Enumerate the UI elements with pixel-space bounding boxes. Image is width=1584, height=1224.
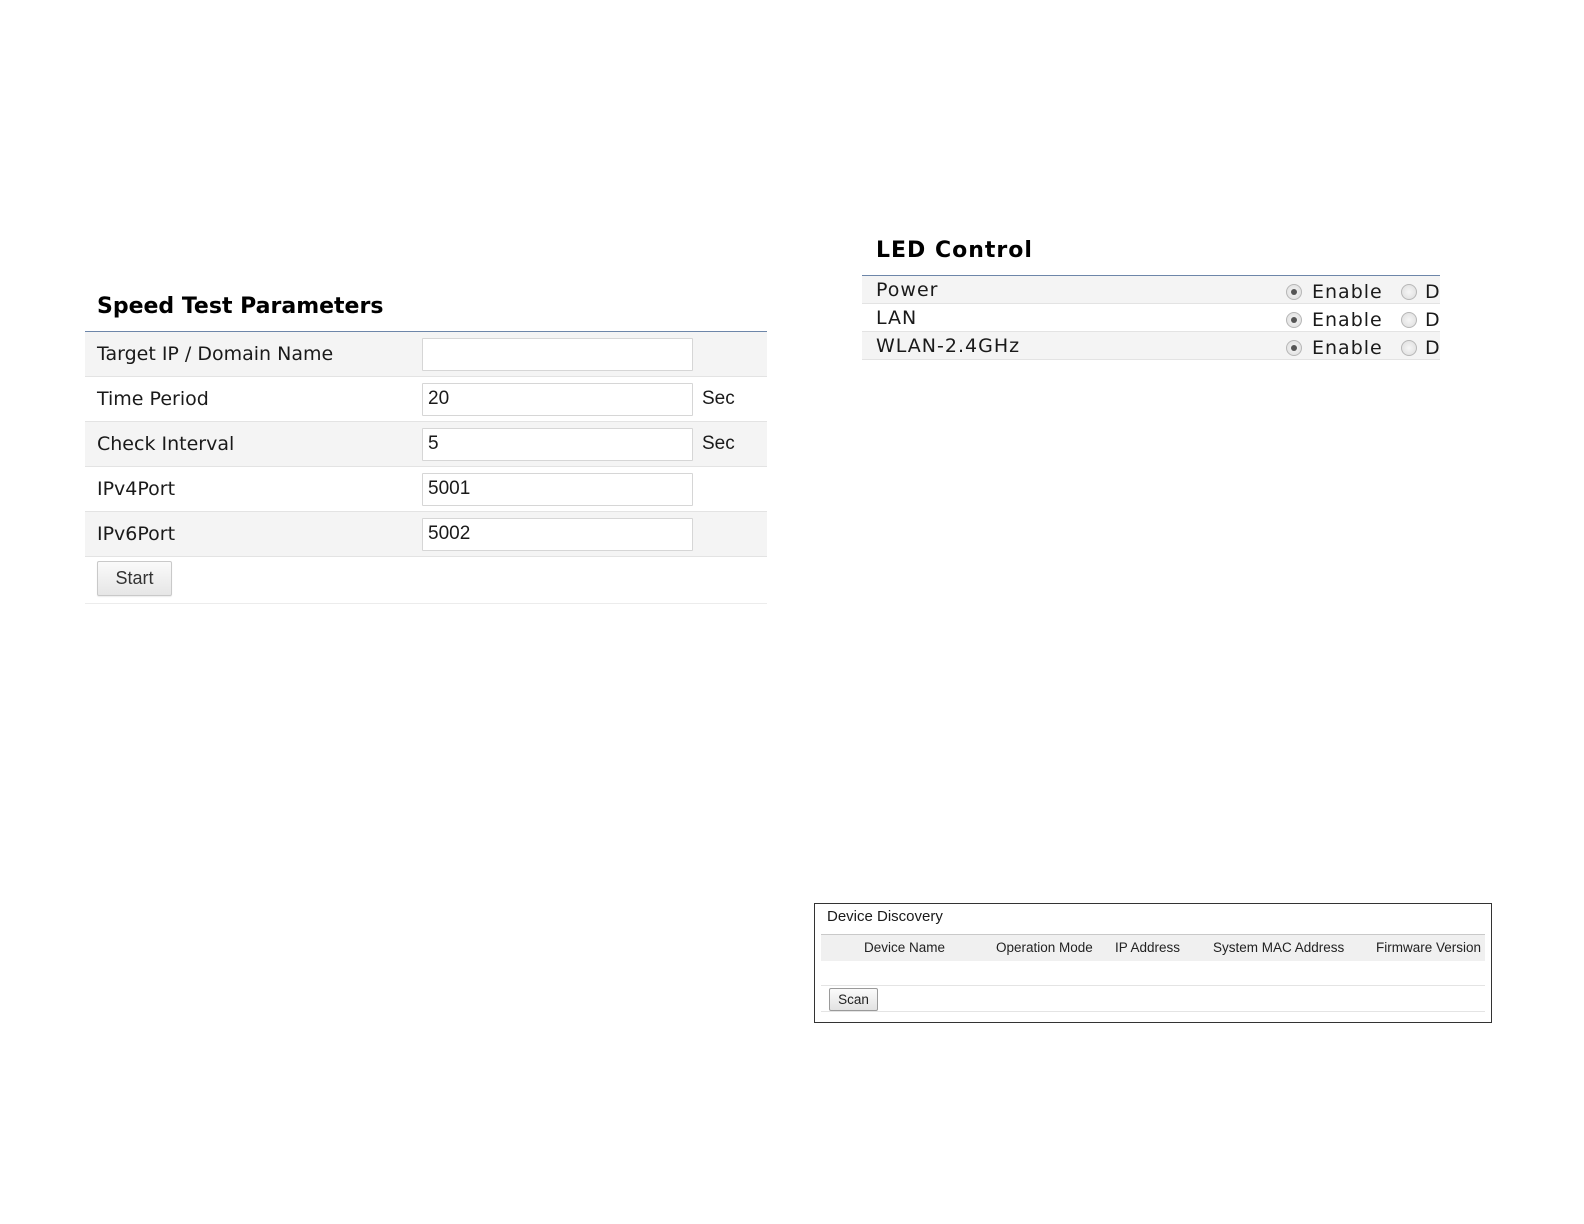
target-ip-input[interactable] — [422, 337, 693, 371]
time-period-input[interactable] — [422, 382, 693, 416]
disable-label: D — [1425, 309, 1440, 331]
target-ip-row: Target IP / Domain Name — [85, 332, 767, 377]
col-operation-mode: Operation Mode — [996, 940, 1093, 955]
time-period-row: Time Period Sec — [85, 377, 767, 422]
start-button-row: Start — [85, 557, 767, 604]
target-ip-label: Target IP / Domain Name — [97, 343, 334, 365]
discovery-table-header: Device Name Operation Mode IP Address Sy… — [821, 934, 1485, 961]
discovery-table-body — [821, 961, 1485, 986]
enable-label: Enable — [1312, 337, 1383, 359]
device-discovery-panel: Device Discovery Device Name Operation M… — [814, 903, 1492, 1023]
enable-label: Enable — [1312, 309, 1383, 331]
check-interval-input[interactable] — [422, 427, 693, 461]
enable-label: Enable — [1312, 281, 1383, 303]
wlan-disable-radio[interactable] — [1401, 340, 1417, 356]
ipv6-port-input[interactable] — [422, 517, 693, 551]
led-control-title: LED Control — [862, 234, 1440, 276]
time-period-unit: Sec — [702, 388, 735, 409]
start-button[interactable]: Start — [97, 561, 172, 596]
ipv4-port-input[interactable] — [422, 472, 693, 506]
lan-disable-radio[interactable] — [1401, 312, 1417, 328]
disable-label: D — [1425, 281, 1440, 303]
check-interval-unit: Sec — [702, 433, 735, 454]
disable-label: D — [1425, 337, 1440, 359]
col-device-name: Device Name — [864, 940, 946, 955]
speed-test-title: Speed Test Parameters — [85, 290, 767, 332]
check-interval-row: Check Interval Sec — [85, 422, 767, 467]
ipv4-port-label: IPv4Port — [97, 478, 176, 500]
check-interval-label: Check Interval — [97, 433, 235, 455]
scan-button-row: Scan — [821, 986, 1485, 1012]
power-enable-radio[interactable] — [1286, 284, 1302, 300]
led-row-power: Power Enable D — [862, 276, 1440, 304]
ipv6-port-row: IPv6Port — [85, 512, 767, 557]
wlan-enable-radio[interactable] — [1286, 340, 1302, 356]
device-discovery-title: Device Discovery — [827, 908, 943, 925]
ipv4-port-row: IPv4Port — [85, 467, 767, 512]
col-system-mac-address: System MAC Address — [1213, 940, 1345, 955]
ipv6-port-label: IPv6Port — [97, 523, 176, 545]
col-firmware-version: Firmware Version — [1376, 940, 1482, 955]
power-disable-radio[interactable] — [1401, 284, 1417, 300]
led-row-lan: LAN Enable D — [862, 304, 1440, 332]
led-row-wlan: WLAN-2.4GHz Enable D — [862, 332, 1440, 360]
scan-button[interactable]: Scan — [829, 988, 878, 1011]
lan-enable-radio[interactable] — [1286, 312, 1302, 328]
led-control-panel: LED Control Power Enable D LAN Enable D … — [862, 234, 1440, 360]
time-period-label: Time Period — [97, 388, 209, 410]
speed-test-panel: Speed Test Parameters Target IP / Domain… — [85, 290, 767, 604]
col-ip-address: IP Address — [1115, 940, 1181, 955]
